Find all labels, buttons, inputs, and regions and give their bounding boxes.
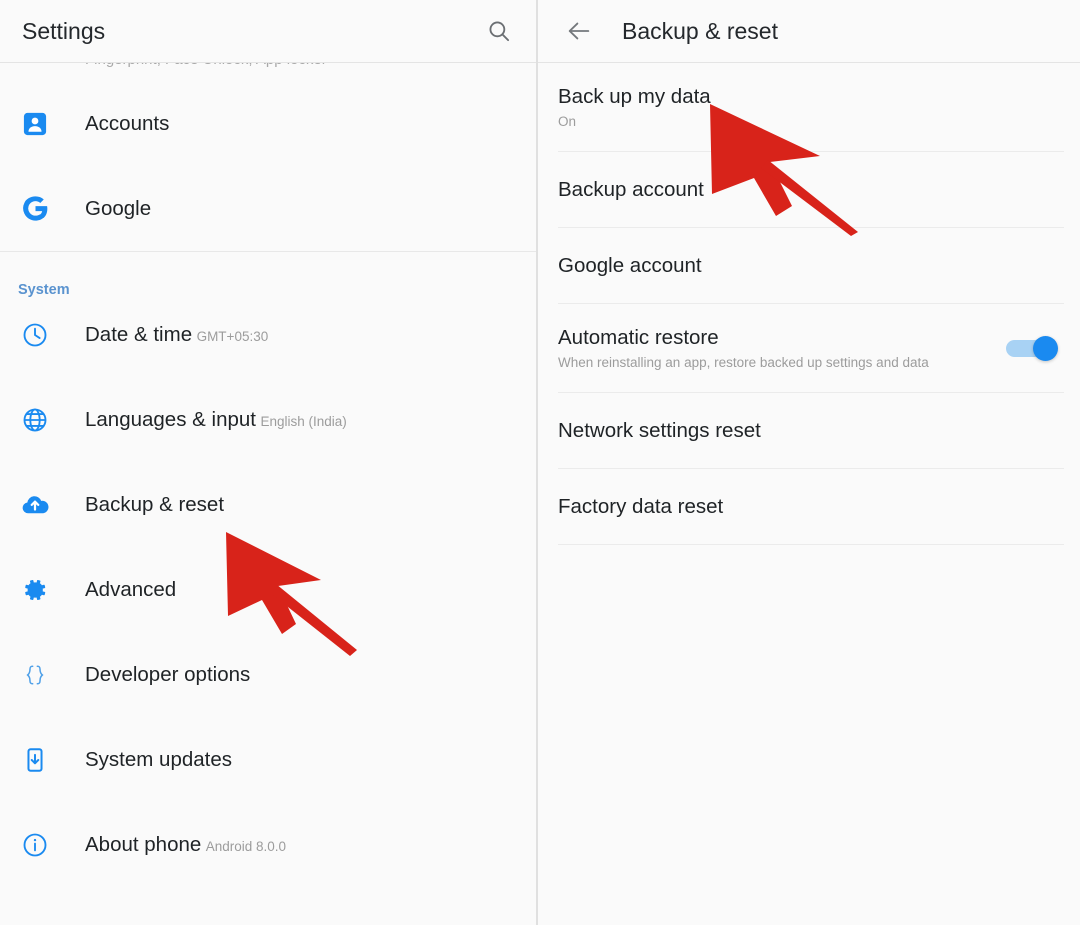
- globe-icon: [18, 403, 52, 437]
- clipped-row: Fingerprint, Face Unlock, App locker: [0, 63, 536, 81]
- clock-icon: [18, 318, 52, 352]
- sidebar-item-text: Google: [85, 197, 151, 221]
- list-item-backup-account[interactable]: Backup account: [538, 152, 1080, 227]
- backup-reset-appbar: Backup & reset: [538, 0, 1080, 63]
- sidebar-item-advanced[interactable]: Advanced: [0, 547, 536, 632]
- list-item-label: Backup account: [558, 177, 704, 201]
- sidebar-item-label: Accounts: [85, 111, 170, 135]
- list-item-factory-data-reset[interactable]: Factory data reset: [538, 469, 1080, 544]
- sidebar-item-label: Backup & reset: [85, 492, 225, 516]
- sidebar-item-google[interactable]: Google: [0, 166, 536, 251]
- divider: [558, 544, 1064, 545]
- sidebar-item-text: Developer options: [85, 663, 250, 687]
- sidebar-item-text: System updates: [85, 748, 232, 772]
- backup-reset-panel: Backup & reset Back up my data On Backup…: [538, 0, 1080, 925]
- sidebar-item-text: Backup & reset: [85, 493, 224, 517]
- sidebar-item-backup-reset[interactable]: Backup & reset: [0, 462, 536, 547]
- sidebar-item-text: About phone Android 8.0.0: [85, 833, 286, 857]
- sidebar-item-text: Accounts: [85, 112, 169, 136]
- sidebar-item-text: Languages & input English (India): [85, 408, 347, 432]
- clipped-row-sublabel: Fingerprint, Face Unlock, App locker: [85, 63, 327, 68]
- sidebar-item-accounts[interactable]: Accounts: [0, 81, 536, 166]
- sidebar-item-system-updates[interactable]: System updates: [0, 717, 536, 802]
- gear-icon: [18, 573, 52, 607]
- sidebar-item-label: System updates: [85, 747, 232, 771]
- sidebar-item-label: About phone: [85, 832, 202, 856]
- sidebar-item-sublabel: GMT+05:30: [196, 328, 269, 344]
- sidebar-item-label: Languages & input: [85, 407, 256, 431]
- list-item-back-up-my-data[interactable]: Back up my data On: [538, 63, 1080, 151]
- search-icon[interactable]: [480, 12, 518, 50]
- sidebar-item-developer-options[interactable]: Developer options: [0, 632, 536, 717]
- phone-download-icon: [18, 743, 52, 777]
- settings-panel: Settings Fingerprint, Face Unlock, App l…: [0, 0, 538, 925]
- braces-icon: [18, 658, 52, 692]
- sidebar-item-text: Date & time GMT+05:30: [85, 323, 268, 347]
- list-item-label: Factory data reset: [558, 494, 724, 518]
- list-item-label: Automatic restore: [558, 326, 719, 350]
- automatic-restore-toggle[interactable]: [1006, 336, 1058, 361]
- sidebar-item-label: Developer options: [85, 662, 251, 686]
- toggle-thumb: [1033, 336, 1058, 361]
- sidebar-item-label: Advanced: [85, 577, 177, 601]
- list-item-network-settings-reset[interactable]: Network settings reset: [538, 393, 1080, 468]
- settings-appbar: Settings: [0, 0, 536, 63]
- back-arrow-icon[interactable]: [556, 8, 602, 54]
- sidebar-item-sublabel: English (India): [260, 413, 347, 429]
- sidebar-item-date-time[interactable]: Date & time GMT+05:30: [0, 292, 536, 377]
- cloud-upload-icon: [18, 488, 52, 522]
- sidebar-item-label: Date & time: [85, 322, 193, 346]
- info-icon: [18, 828, 52, 862]
- google-icon: [18, 192, 52, 226]
- sidebar-item-label: Google: [85, 196, 152, 220]
- page-title: Settings: [22, 17, 106, 44]
- list-item-label: Network settings reset: [558, 418, 761, 442]
- list-item-label: Google account: [558, 253, 702, 277]
- dual-screenshot-container: Settings Fingerprint, Face Unlock, App l…: [0, 0, 1080, 925]
- page-title: Backup & reset: [622, 17, 778, 44]
- group-header-system: System: [18, 282, 70, 298]
- list-item-automatic-restore[interactable]: Automatic restore When reinstalling an a…: [538, 304, 1080, 392]
- sidebar-item-about-phone[interactable]: About phone Android 8.0.0: [0, 802, 536, 887]
- list-item-google-account[interactable]: Google account: [538, 228, 1080, 303]
- sidebar-item-languages-input[interactable]: Languages & input English (India): [0, 377, 536, 462]
- list-item-label: Back up my data: [558, 85, 711, 109]
- sidebar-item-text: Advanced: [85, 578, 176, 602]
- accounts-icon: [18, 107, 52, 141]
- sidebar-item-sublabel: Android 8.0.0: [205, 838, 287, 854]
- list-item-sublabel: On: [558, 113, 577, 129]
- list-item-sublabel: When reinstalling an app, restore backed…: [558, 354, 929, 370]
